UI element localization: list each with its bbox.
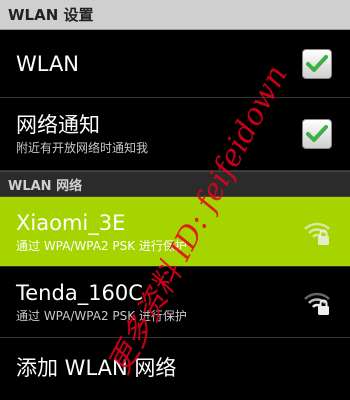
settings-header: WLAN 设置 [0, 0, 350, 30]
add-network-label: 添加 WLAN 网络 [16, 356, 177, 380]
check-icon [306, 125, 328, 142]
network-security: 通过 WPA/WPA2 PSK 进行保护 [16, 238, 187, 253]
wlan-toggle-row[interactable]: WLAN [0, 30, 350, 98]
network-ssid: Xiaomi_3E [16, 210, 126, 235]
wifi-lock-icon [304, 292, 330, 315]
network-notify-row[interactable]: 网络通知 附近有开放网络时通知我 [0, 98, 350, 171]
network-notify-checkbox[interactable] [302, 119, 332, 149]
network-notify-label: 网络通知 [16, 113, 100, 137]
wifi-lock-icon [304, 222, 330, 245]
network-item-tenda[interactable]: Tenda_160C 通过 WPA/WPA2 PSK 进行保护 [0, 267, 350, 338]
settings-title: WLAN 设置 [8, 6, 94, 24]
network-item-xiaomi[interactable]: Xiaomi_3E 通过 WPA/WPA2 PSK 进行保护 [0, 197, 350, 267]
wlan-checkbox[interactable] [302, 48, 332, 79]
wlan-networks-section-header: WLAN 网络 [0, 171, 350, 197]
section-title: WLAN 网络 [8, 178, 83, 194]
network-notify-summary: 附近有开放网络时通知我 [16, 141, 149, 155]
check-icon [306, 54, 328, 72]
network-security: 通过 WPA/WPA2 PSK 进行保护 [16, 309, 187, 323]
network-ssid: Tenda_160C [16, 281, 143, 305]
add-network-row[interactable]: 添加 WLAN 网络 [0, 338, 350, 398]
wlan-toggle-label: WLAN [16, 51, 80, 76]
